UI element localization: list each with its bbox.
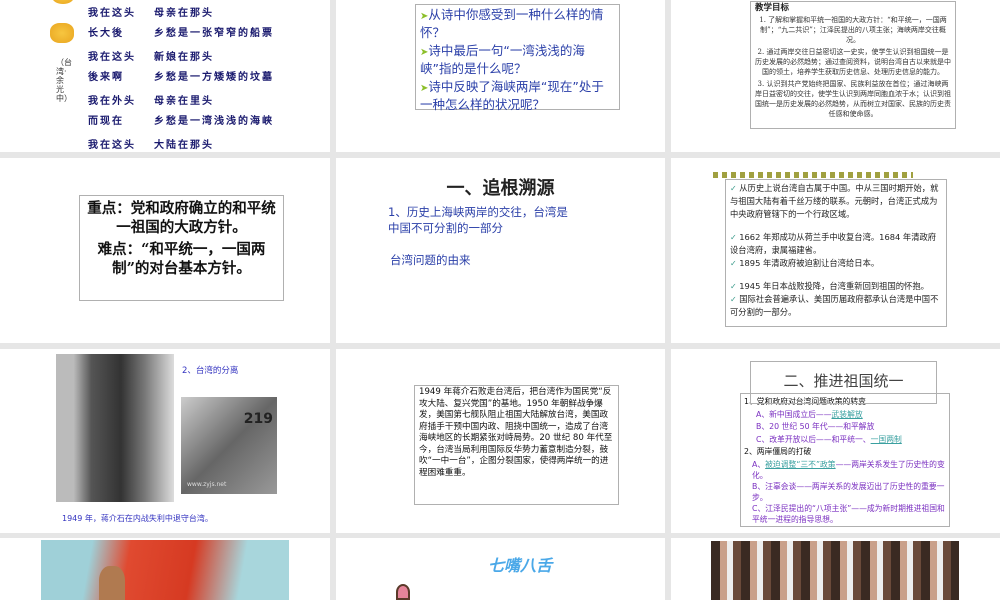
policy-heading: 2、两岸僵局的打破 (744, 447, 812, 456)
poem-right: 新娘在那头 (154, 52, 214, 63)
cartoon-girl-icon (396, 584, 410, 600)
difficult-point: 难点：“和平统一，一国两制”的对台基本方针。 (97, 241, 266, 277)
history-item: ✓ 1945 年日本战败投降，台湾重新回到祖国的怀抱。 (730, 281, 929, 291)
chrysanthemum-icon (50, 23, 74, 43)
slide-thumbnail-1[interactable]: （台湾·余光中） 我在这头 母亲在那头 长大後 乡愁是一张窄窄的船票 我在这头 新娘在那头… (0, 0, 330, 152)
section-text: 台湾问题的由来 (390, 253, 471, 267)
chrysanthemum-icon (52, 0, 74, 4)
poem-line: 长大後 乡愁是一张窄窄的船票 (88, 24, 318, 44)
link[interactable]: 武装解放 (832, 410, 863, 419)
slide-thumbnail-10[interactable] (0, 538, 330, 600)
plane-photo: 219 www.zyjs.net (181, 397, 277, 494)
poem-left: 我在这头 (88, 8, 136, 19)
poem-right: 大陆在那头 (154, 140, 214, 151)
plane-number: 219 (243, 411, 273, 427)
history-box: ✓ 从历史上说台湾自古属于中国。中从三国时期开始，就与祖国大陆有着千丝万缕的联系… (725, 179, 947, 327)
history-item: ✓ 1895 年清政府被迫割让台湾给日本。 (730, 258, 880, 268)
policy-item: C、改革开放以后——和平统一、一国两制 (756, 434, 902, 444)
checkmark-icon: ✓ (730, 282, 740, 291)
policy-item: B、汪辜会谈——两岸关系的发展迈出了历史性的重要一步。 (752, 481, 945, 502)
section-text: 1、历史上海峡两岸的交往，台湾是中国不可分割的一部分 (388, 205, 568, 235)
objective-item: 2. 通过两岸交往日益密切这一史实，使学生认识到祖国统一是历史发展的必然趋势；通… (755, 48, 951, 76)
slide-thumbnail-5[interactable]: 一、追根溯源 1、历史上海峡两岸的交往，台湾是中国不可分割的一部分 台湾问题的由… (336, 158, 665, 343)
poem-line: 我在这头 大陆在那头 (88, 136, 318, 152)
poem-right: 乡愁是一湾浅浅的海峡 (154, 116, 274, 127)
history-item: ✓ 1662 年郑成功从荷兰手中收复台湾。1684 年清政府设台湾府，隶属福建省… (730, 232, 937, 255)
link[interactable]: 被迫调整“三不”政策 (765, 460, 835, 469)
poem-left: 我在这头 (88, 52, 136, 63)
pilot-figure (99, 566, 125, 600)
poem-author: （台湾·余光中） (56, 58, 72, 103)
poem-line: 後来啊 乡愁是一方矮矮的坟墓 (88, 68, 318, 88)
press-photographers-photo (711, 541, 959, 600)
policy-item: A、被迫调整“三不”政策——两岸关系发生了历史性的变化。 (752, 459, 945, 480)
question-item: ➤从诗中你感受到一种什么样的情怀？ (420, 7, 604, 40)
objectives-box: 教学目标 1. 了解和掌握和平统一祖国的大政方针：“和平统一，一国两制”；“九二… (750, 1, 956, 129)
decorative-border-icon (713, 172, 913, 178)
checkmark-icon: ✓ (730, 295, 740, 304)
slide-thumbnail-11[interactable]: 七嘴八舌 (336, 538, 665, 600)
slide-title: 一、追根溯源 (446, 178, 555, 199)
objective-item: 1. 了解和掌握和平统一祖国的大政方针：“和平统一，一国两制”；“九二共识”；江… (759, 16, 947, 44)
poem-left: 後来啊 (88, 72, 124, 83)
checkmark-icon: ✓ (730, 259, 740, 268)
slide-thumbnail-2[interactable]: ➤从诗中你感受到一种什么样的情怀？ ➤诗中最后一句“一湾浅浅的海峡”指的是什么呢… (336, 0, 665, 152)
photo-caption: 1949 年，蒋介石在内战失利中退守台湾。 (62, 514, 213, 523)
objectives-heading: 教学目标 (755, 3, 790, 13)
poem-right: 母亲在那头 (154, 8, 214, 19)
checkmark-icon: ✓ (730, 184, 740, 193)
slide-title: 七嘴八舌 (488, 556, 553, 575)
poem-line: 我在这头 母亲在那头 (88, 4, 318, 24)
poem-left: 而现在 (88, 116, 124, 127)
poem-left: 长大後 (88, 28, 124, 39)
slide-thumbnail-6[interactable]: ✓ 从历史上说台湾自古属于中国。中从三国时期开始，就与祖国大陆有着千丝万缕的联系… (671, 158, 1000, 343)
photo-watermark: www.zyjs.net (187, 481, 227, 488)
slide-thumbnail-4[interactable]: 重点：党和政府确立的和平统一祖国的大政方针。 难点：“和平统一，一国两制”的对台… (0, 158, 330, 343)
slide-thumbnail-8[interactable]: 1949 年蒋介石败走台湾后，把台湾作为国民党“反攻大陆、复兴党国”的基地。19… (336, 349, 665, 533)
slide-title: 二、推进祖国统一 (783, 372, 904, 390)
policy-item: B、20 世纪 50 年代——和平解放 (756, 422, 875, 431)
section-title: 2、台湾的分离 (182, 366, 239, 376)
slide-thumbnail-9[interactable]: 二、推进祖国统一 1、党和政府对台湾问题政策的转变 A、新中国成立后——武装解放… (671, 349, 1000, 533)
history-text-box: 1949 年蒋介石败走台湾后，把台湾作为国民党“反攻大陆、复兴党国”的基地。19… (414, 385, 619, 505)
policy-item: C、江泽民提出的“八项主张”——成为新时期推进祖国和平统一进程的指导思想。 (752, 503, 945, 524)
poem-line: 我在外头 母亲在里头 (88, 92, 318, 112)
history-item: ✓ 从历史上说台湾自古属于中国。中从三国时期开始，就与祖国大陆有着千丝万缕的联系… (730, 183, 939, 219)
poem-right: 乡愁是一方矮矮的坟墓 (154, 72, 274, 83)
poem-right: 母亲在里头 (154, 96, 214, 107)
slide-thumbnail-12[interactable] (671, 538, 1000, 600)
slide-thumbnail-7[interactable]: 2、台湾的分离 219 www.zyjs.net 1949 年，蒋介石在内战失利… (0, 349, 330, 533)
slide-thumbnail-3[interactable]: 教学目标 1. 了解和掌握和平统一祖国的大政方针：“和平统一，一国两制”；“九二… (671, 0, 1000, 152)
policy-box: 1、党和政府对台湾问题政策的转变 A、新中国成立后——武装解放 B、20 世纪 … (740, 393, 950, 527)
policy-item: A、新中国成立后——武装解放 (756, 409, 863, 419)
chiang-stairs-photo (56, 354, 174, 502)
poem-left: 我在外头 (88, 96, 136, 107)
poem-line: 而现在 乡愁是一湾浅浅的海峡 (88, 112, 318, 132)
link[interactable]: 一国两制 (871, 435, 902, 444)
history-item: ✓ 国际社会普遍承认、美国历届政府都承认台湾是中国不可分割的一部分。 (730, 294, 939, 317)
question-item: ➤诗中反映了海峡两岸“现在”处于一种怎么样的状况呢？ (420, 79, 604, 112)
checkmark-icon: ✓ (730, 233, 740, 242)
poem-right: 乡愁是一张窄窄的船票 (154, 28, 274, 39)
key-points-box: 重点：党和政府确立的和平统一祖国的大政方针。 难点：“和平统一，一国两制”的对台… (79, 195, 284, 301)
question-box: ➤从诗中你感受到一种什么样的情怀？ ➤诗中最后一句“一湾浅浅的海峡”指的是什么呢… (415, 4, 620, 112)
poem-left: 我在这头 (88, 140, 136, 151)
propaganda-poster-image (41, 540, 289, 600)
poem-line: 我在这头 新娘在那头 (88, 48, 318, 68)
key-point: 重点：党和政府确立的和平统一祖国的大政方针。 (87, 200, 276, 236)
question-item: ➤诗中最后一句“一湾浅浅的海峡”指的是什么呢？ (420, 43, 585, 76)
poem: 我在这头 母亲在那头 长大後 乡愁是一张窄窄的船票 我在这头 新娘在那头 後来啊 乡愁是一方矮… (88, 4, 318, 152)
objective-item: 3. 认识到共产党始终把国家、民族利益放在首位；通过海峡两岸日益密切的交往，使学… (755, 80, 951, 118)
